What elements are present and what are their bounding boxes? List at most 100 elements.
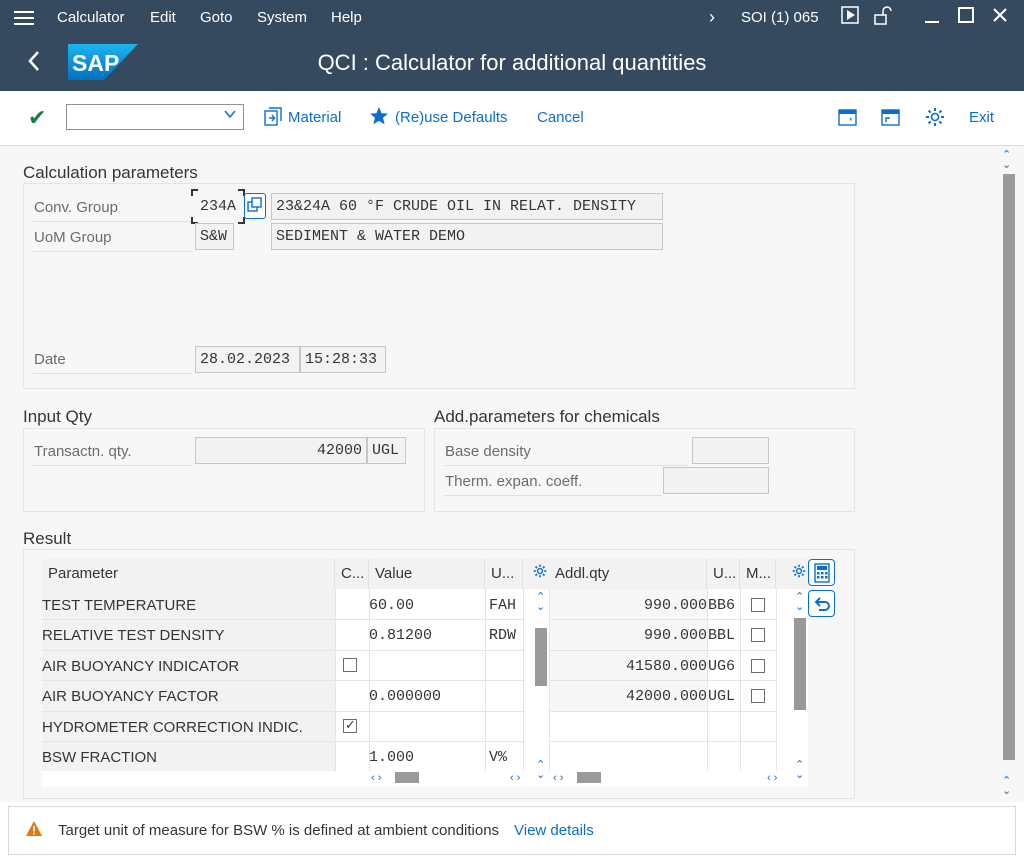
- material-icon[interactable]: [263, 107, 283, 132]
- scroll-down-icon[interactable]: ⌃ ⌄: [1002, 776, 1011, 797]
- air-buoyancy-indicator-checkbox[interactable]: [343, 658, 357, 672]
- play-icon[interactable]: [840, 6, 860, 29]
- col-header-addl-qty[interactable]: Addl.qty: [549, 559, 707, 589]
- expand-chevron-icon[interactable]: ›: [702, 6, 722, 28]
- menu-goto[interactable]: Goto: [200, 9, 233, 26]
- result-title: Result: [23, 529, 72, 548]
- table-row-unit: RDW: [489, 627, 517, 644]
- view-details-link[interactable]: View details: [514, 822, 594, 839]
- addl-qty-checkbox[interactable]: [751, 689, 765, 703]
- addl-qty-checkbox[interactable]: [751, 659, 765, 673]
- hydrometer-correction-checkbox[interactable]: [343, 717, 357, 733]
- date-input[interactable]: 28.02.2023: [195, 346, 300, 373]
- material-button[interactable]: Material: [288, 109, 341, 126]
- warning-icon: [25, 820, 43, 838]
- title-bar: SAP QCI : Calculator for additional quan…: [0, 36, 1024, 91]
- time-input[interactable]: 15:28:33: [300, 346, 386, 373]
- close-icon[interactable]: [990, 6, 1010, 29]
- hamburger-menu-icon[interactable]: [14, 11, 34, 25]
- settings-gear-icon[interactable]: [925, 107, 945, 132]
- scrollbar-thumb[interactable]: [1003, 174, 1015, 760]
- table-row-parameter: TEST TEMPERATURE: [42, 597, 197, 614]
- calculator-icon[interactable]: [808, 559, 835, 586]
- table-scroll-down-icon[interactable]: ⌃ ⌄: [536, 760, 545, 781]
- hscroll2-thumb[interactable]: [577, 772, 601, 783]
- focus-brackets: [191, 189, 245, 224]
- col-header-parameter[interactable]: Parameter: [42, 559, 335, 589]
- addl-qty-value: 42000.000: [625, 688, 707, 705]
- base-density-input[interactable]: [692, 437, 769, 464]
- new-window-icon[interactable]: *: [838, 107, 858, 132]
- label-underline: [444, 465, 689, 466]
- unlock-icon[interactable]: [872, 6, 894, 31]
- scroll-up-icon[interactable]: ⌃ ⌄: [1002, 150, 1011, 171]
- table-row-parameter: AIR BUOYANCY INDICATOR: [42, 658, 240, 675]
- table2-settings-gear-icon[interactable]: [776, 559, 808, 589]
- therm-expan-input[interactable]: [663, 467, 769, 494]
- conv-group-label: Conv. Group: [34, 199, 118, 216]
- col-header-m[interactable]: M...: [740, 559, 776, 589]
- maximize-icon[interactable]: [956, 6, 976, 29]
- uom-group-description: SEDIMENT & WATER DEMO: [271, 223, 663, 250]
- table-row-value: 1.000: [369, 749, 415, 766]
- main-vertical-scrollbar[interactable]: ⌃ ⌄ ⌃ ⌄: [1000, 146, 1024, 802]
- row-divider: [549, 741, 776, 742]
- star-icon[interactable]: [369, 106, 389, 131]
- col-header-value[interactable]: Value: [369, 559, 485, 589]
- calc-params-title: Calculation parameters: [23, 163, 198, 182]
- row-divider: [42, 711, 523, 712]
- table2-scrollbar-thumb[interactable]: [794, 618, 806, 710]
- exit-button[interactable]: Exit: [969, 109, 994, 126]
- transactn-qty-input[interactable]: 42000: [195, 437, 367, 464]
- addl-qty-unit: UGL: [708, 688, 736, 705]
- value-help-icon[interactable]: [244, 193, 266, 219]
- table-scroll-up-icon[interactable]: ⌃ ⌄: [536, 592, 545, 613]
- col-header-c[interactable]: C...: [335, 559, 369, 589]
- col-header-unit[interactable]: U...: [485, 559, 523, 589]
- table-row-parameter: RELATIVE TEST DENSITY: [42, 627, 225, 644]
- hscroll-thumb[interactable]: [395, 772, 419, 783]
- reuse-defaults-button[interactable]: (Re)use Defaults: [395, 109, 508, 126]
- table-settings-gear-icon[interactable]: [523, 559, 549, 589]
- application-toolbar: ✔ Material (Re)use Defaults Cancel * Exi…: [0, 91, 1024, 146]
- col-divider: [523, 589, 524, 771]
- menu-help[interactable]: Help: [331, 9, 362, 26]
- hscroll2-right-icon[interactable]: ‹ ›: [767, 772, 777, 784]
- hscroll-left-icon[interactable]: ‹ ›: [371, 772, 381, 784]
- row-divider: [549, 711, 776, 712]
- layout-icon[interactable]: [881, 107, 901, 132]
- menu-calculator[interactable]: Calculator: [57, 9, 125, 26]
- status-message-bar: Target unit of measure for BSW % is defi…: [8, 806, 1016, 855]
- addl-qty-checkbox[interactable]: [751, 598, 765, 612]
- table-hscroll-track: [42, 771, 523, 785]
- hscroll-right-icon[interactable]: ‹ ›: [510, 772, 520, 784]
- cancel-button[interactable]: Cancel: [537, 109, 584, 126]
- minimize-icon[interactable]: [922, 6, 942, 29]
- menu-system[interactable]: System: [257, 9, 307, 26]
- table-row-unit: V%: [489, 749, 508, 766]
- table-scrollbar-thumb[interactable]: [535, 628, 547, 686]
- table-row-value: 60.00: [369, 597, 415, 614]
- menu-bar: Calculator Edit Goto System Help › SOI (…: [0, 0, 1024, 36]
- base-density-label: Base density: [445, 443, 531, 460]
- table2-scroll-down-icon[interactable]: ⌃ ⌄: [795, 760, 804, 781]
- chevron-down-icon[interactable]: [223, 107, 237, 124]
- col-header-unit2[interactable]: U...: [707, 559, 740, 589]
- transactn-qty-label: Transactn. qty.: [34, 443, 132, 460]
- enter-checkmark-icon[interactable]: ✔: [28, 105, 46, 131]
- addl-qty-value: 990.000: [643, 627, 707, 644]
- row-divider: [42, 680, 523, 681]
- hscroll2-left-icon[interactable]: ‹ ›: [553, 772, 563, 784]
- system-info: SOI (1) 065: [741, 9, 819, 26]
- command-field[interactable]: [66, 104, 244, 130]
- transactn-unit-input[interactable]: UGL: [367, 437, 406, 464]
- label-underline: [33, 465, 193, 466]
- addl-qty-unit: UG6: [708, 658, 736, 675]
- table2-scroll-up-icon[interactable]: ⌃ ⌄: [795, 592, 804, 613]
- label-underline: [33, 221, 193, 222]
- uom-group-input[interactable]: S&W: [195, 223, 234, 250]
- svg-text:*: *: [849, 116, 853, 126]
- undo-icon[interactable]: [808, 590, 835, 617]
- addl-qty-checkbox[interactable]: [751, 628, 765, 642]
- menu-edit[interactable]: Edit: [150, 9, 176, 26]
